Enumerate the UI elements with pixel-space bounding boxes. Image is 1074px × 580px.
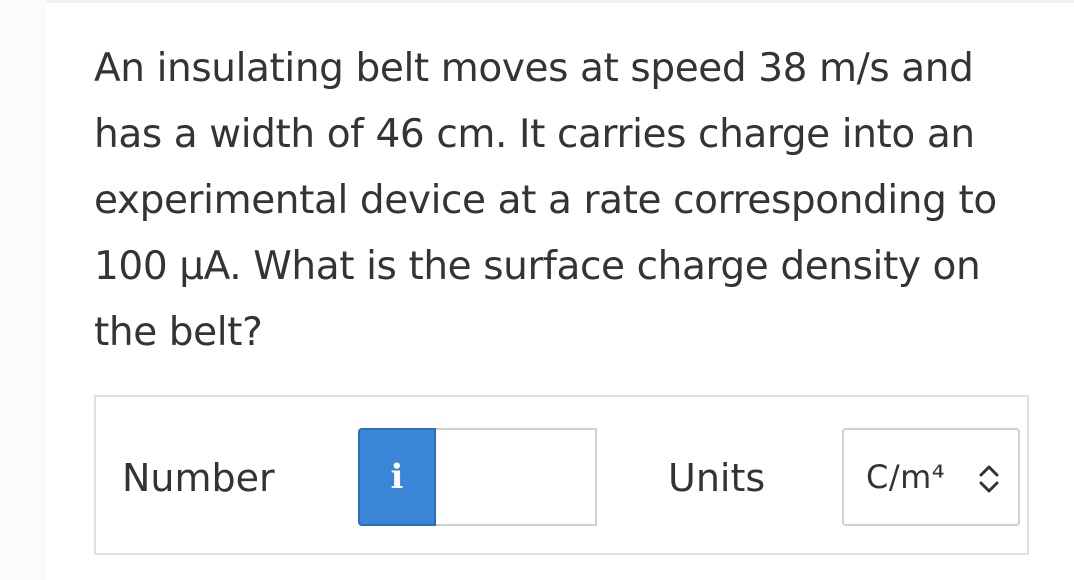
info-button[interactable]: i (358, 428, 436, 526)
units-label: Units (668, 456, 766, 500)
number-label: Number (122, 456, 275, 500)
units-selected-value: C/m⁴ (866, 458, 946, 496)
units-select[interactable]: C/m⁴ (842, 428, 1020, 526)
info-icon: i (390, 457, 404, 497)
top-divider (0, 0, 1074, 3)
left-margin (0, 0, 46, 580)
question-text: An insulating belt moves at speed 38 m/s… (94, 46, 997, 355)
answer-panel: Number i Units C/m⁴ (94, 395, 1029, 555)
up-down-chevron-icon (979, 465, 999, 493)
number-input[interactable] (436, 428, 597, 526)
